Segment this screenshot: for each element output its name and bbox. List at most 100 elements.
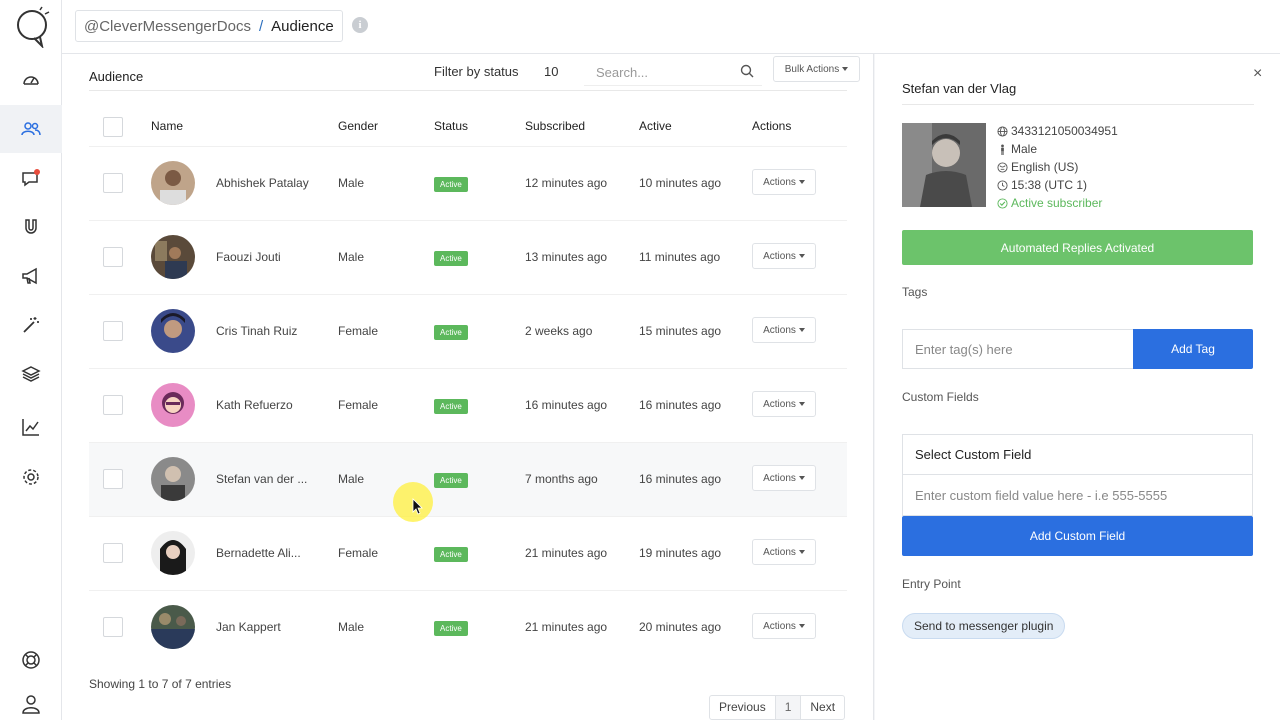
nav-broadcasts[interactable]: [0, 252, 62, 300]
select-all-checkbox[interactable]: [103, 117, 123, 137]
nav-automation[interactable]: [0, 301, 62, 349]
row-subscribed: 13 minutes ago: [525, 250, 608, 264]
table-row[interactable]: Cris Tinah Ruiz Female Active 2 weeks ag…: [89, 294, 847, 368]
row-name[interactable]: Jan Kappert: [216, 620, 281, 634]
row-name[interactable]: Bernadette Ali...: [216, 546, 301, 560]
table-row[interactable]: Jan Kappert Male Active 21 minutes ago 2…: [89, 590, 847, 664]
column-name[interactable]: Name: [151, 119, 183, 133]
breadcrumb: @CleverMessengerDocs / Audience: [75, 10, 343, 42]
subscriber-gender-value: Male: [1011, 142, 1038, 156]
subscriber-detail-panel: × Stefan van der Vlag 3433121050034951 M…: [875, 54, 1280, 720]
row-actions-label: Actions: [763, 546, 796, 558]
clock-icon: [997, 179, 1008, 191]
row-gender: Female: [338, 546, 379, 560]
dashboard-icon: [23, 76, 39, 85]
audience-panel: Audience Filter by status 10 Bulk Action…: [62, 54, 874, 720]
entry-point-label: Entry Point: [902, 577, 961, 591]
add-custom-field-button[interactable]: Add Custom Field: [902, 516, 1253, 556]
row-checkbox[interactable]: [103, 543, 123, 563]
row-subscribed: 2 weeks ago: [525, 324, 593, 338]
row-checkbox[interactable]: [103, 617, 123, 637]
row-checkbox[interactable]: [103, 173, 123, 193]
page-size-select[interactable]: 10: [544, 64, 558, 79]
table-row[interactable]: Kath Refuerzo Female Active 16 minutes a…: [89, 368, 847, 442]
row-checkbox[interactable]: [103, 247, 123, 267]
row-name[interactable]: Faouzi Jouti: [216, 250, 281, 264]
search-input[interactable]: [584, 58, 734, 86]
search-icon[interactable]: [740, 64, 754, 78]
nav-audience[interactable]: [0, 105, 62, 153]
subscriber-locale: English (US): [997, 160, 1078, 174]
bulk-actions-button[interactable]: Bulk Actions: [773, 56, 860, 82]
row-actions-label: Actions: [763, 620, 796, 632]
column-actions: Actions: [752, 119, 792, 133]
breadcrumb-account[interactable]: @CleverMessengerDocs: [84, 18, 251, 35]
row-checkbox[interactable]: [103, 469, 123, 489]
nav-help[interactable]: [0, 636, 62, 684]
custom-field-select[interactable]: Select Custom Field: [902, 434, 1253, 475]
row-checkbox[interactable]: [103, 321, 123, 341]
row-actions-button[interactable]: Actions: [752, 391, 816, 417]
mouse-pointer-icon: [412, 498, 423, 515]
info-icon[interactable]: i: [352, 17, 368, 33]
row-actions-button[interactable]: Actions: [752, 613, 816, 639]
row-gender: Female: [338, 324, 379, 338]
row-actions-button[interactable]: Actions: [752, 243, 816, 269]
globe-icon: [997, 125, 1008, 137]
nav-analytics[interactable]: [0, 403, 62, 451]
row-name[interactable]: Cris Tinah Ruiz: [216, 324, 297, 338]
subscriber-name: Stefan van der Vlag: [902, 81, 1017, 96]
entry-point-badge[interactable]: Send to messenger plugin: [902, 613, 1066, 639]
pagination-next[interactable]: Next: [801, 696, 844, 719]
row-actions-label: Actions: [763, 250, 796, 262]
sidebar: [0, 0, 62, 720]
table-row[interactable]: Abhishek Patalay Male Active 12 minutes …: [89, 146, 847, 220]
row-subscribed: 16 minutes ago: [525, 398, 608, 412]
table-row[interactable]: Stefan van der ... Male Active 7 months …: [89, 442, 847, 516]
app-logo[interactable]: [12, 6, 52, 48]
automated-replies-button[interactable]: Automated Replies Activated: [902, 230, 1253, 265]
check-circle-icon: [997, 197, 1008, 209]
table-row[interactable]: Faouzi Jouti Male Active 13 minutes ago …: [89, 220, 847, 294]
row-subscribed: 7 months ago: [525, 472, 598, 486]
detail-divider: [902, 104, 1254, 105]
nav-profile[interactable]: [0, 680, 62, 720]
row-actions-button[interactable]: Actions: [752, 539, 816, 565]
custom-field-value-input[interactable]: [902, 475, 1253, 516]
row-active: 16 minutes ago: [639, 472, 722, 486]
avatar: [151, 383, 195, 427]
tag-input[interactable]: [902, 329, 1133, 369]
row-active: 10 minutes ago: [639, 176, 722, 190]
search-box: [584, 58, 762, 86]
row-name[interactable]: Stefan van der ...: [216, 472, 307, 486]
filter-by-status[interactable]: Filter by status: [434, 64, 519, 79]
gear-icon: [23, 469, 39, 485]
page-title: Audience: [89, 69, 144, 84]
row-name[interactable]: Abhishek Patalay: [216, 176, 309, 190]
nav-dashboard[interactable]: [0, 56, 62, 104]
nav-growth-tools[interactable]: [0, 203, 62, 251]
caret-down-icon: [798, 550, 805, 554]
nav-settings[interactable]: [0, 453, 62, 501]
pagination-page[interactable]: 1: [775, 696, 802, 719]
breadcrumb-separator: /: [258, 17, 264, 35]
row-actions-label: Actions: [763, 398, 796, 410]
users-icon: [21, 122, 41, 136]
row-actions-button[interactable]: Actions: [752, 465, 816, 491]
column-active[interactable]: Active: [639, 119, 672, 133]
column-gender[interactable]: Gender: [338, 119, 378, 133]
status-badge: Active: [434, 251, 468, 266]
row-name[interactable]: Kath Refuerzo: [216, 398, 293, 412]
close-icon[interactable]: ×: [1253, 65, 1262, 83]
row-checkbox[interactable]: [103, 395, 123, 415]
column-status[interactable]: Status: [434, 119, 468, 133]
add-tag-button[interactable]: Add Tag: [1133, 329, 1253, 369]
pagination-previous[interactable]: Previous: [710, 696, 776, 719]
nav-sequences[interactable]: [0, 350, 62, 398]
status-badge: Active: [434, 547, 468, 562]
table-row[interactable]: Bernadette Ali... Female Active 21 minut…: [89, 516, 847, 590]
row-actions-button[interactable]: Actions: [752, 169, 816, 195]
nav-conversations[interactable]: [0, 154, 62, 202]
column-subscribed[interactable]: Subscribed: [525, 119, 585, 133]
row-actions-button[interactable]: Actions: [752, 317, 816, 343]
